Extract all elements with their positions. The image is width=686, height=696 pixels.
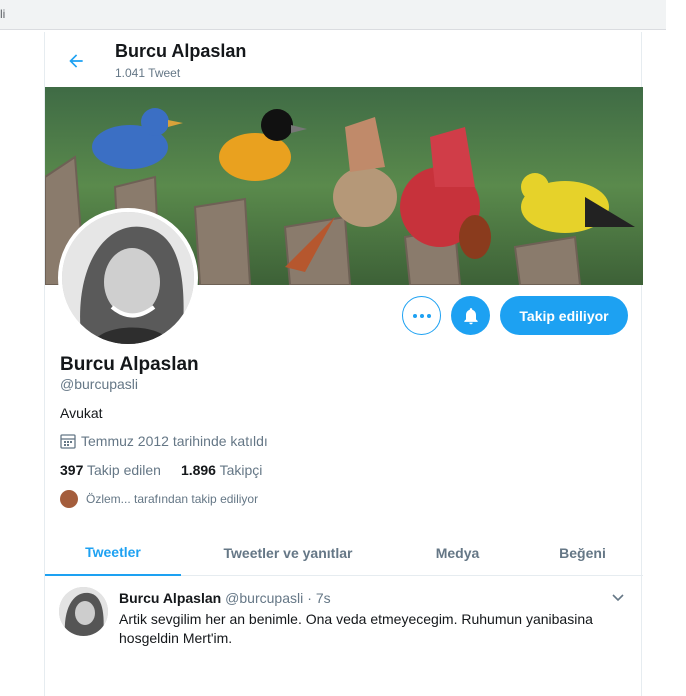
- tweet-count: 1.041 Tweet: [115, 66, 181, 80]
- bell-icon: [463, 307, 478, 324]
- profile-handle: @burcupasli: [60, 376, 139, 392]
- tab-media[interactable]: Medya: [405, 529, 510, 576]
- profile-name: Burcu Alpaslan: [60, 354, 199, 375]
- header-title: Burcu Alpaslan: [115, 41, 247, 61]
- following-count: 397: [60, 462, 84, 478]
- tweet-separator: ·: [307, 590, 312, 606]
- tweet-text: Artik sevgilim her an benimle. Ona veda …: [119, 611, 593, 646]
- more-icon: [412, 313, 431, 318]
- back-button[interactable]: [59, 44, 93, 78]
- tweet-author-name[interactable]: Burcu Alpaslan: [119, 590, 221, 606]
- follower-avatar: [60, 490, 78, 508]
- address-text: li: [0, 7, 6, 21]
- profile-column: Burcu Alpaslan 1.041 Tweet Takip ediliyo…: [44, 32, 643, 696]
- tweet[interactable]: Burcu Alpaslan @burcupasli · 7s Artik se…: [45, 577, 643, 696]
- following-link[interactable]: 397 Takip edilen: [60, 462, 161, 478]
- following-label: Takip edilen: [87, 462, 161, 478]
- tweet-time[interactable]: 7s: [316, 590, 331, 606]
- followers-count: 1.896: [180, 462, 216, 478]
- chevron-down-icon: [612, 594, 624, 602]
- tab-tweets[interactable]: Tweetler: [45, 529, 181, 576]
- tweet-avatar[interactable]: [59, 587, 108, 636]
- browser-address-bar[interactable]: li: [0, 0, 666, 30]
- followers-link[interactable]: 1.896 Takipçi: [181, 462, 262, 478]
- profile-header: Burcu Alpaslan 1.041 Tweet: [45, 32, 643, 87]
- profile-avatar[interactable]: [58, 208, 198, 348]
- tweet-header: Burcu Alpaslan @burcupasli · 7s: [119, 590, 331, 606]
- join-date: Temmuz 2012 tarihinde katıldı: [60, 433, 268, 449]
- arrow-left-icon: [69, 54, 83, 68]
- followed-by-text: Özlem... tarafından takip ediliyor: [86, 492, 259, 506]
- tweet-author-handle[interactable]: @burcupasli: [225, 590, 303, 606]
- following-button[interactable]: Takip ediliyor: [500, 296, 628, 335]
- tab-likes[interactable]: Beğeni: [535, 529, 630, 576]
- join-date-text: Temmuz 2012 tarihinde katıldı: [81, 433, 268, 449]
- more-button[interactable]: [402, 296, 441, 335]
- profile-tabs: Tweetler Tweetler ve yanıtlar Medya Beğe…: [45, 529, 643, 576]
- followers-label: Takipçi: [219, 462, 263, 478]
- profile-bio: Avukat: [60, 405, 103, 421]
- tab-tweets-replies[interactable]: Tweetler ve yanıtlar: [193, 529, 383, 576]
- profile-stats: 397 Takip edilen 1.896 Takipçi: [60, 462, 262, 478]
- notifications-button[interactable]: [451, 296, 490, 335]
- tweet-menu-button[interactable]: [611, 590, 625, 609]
- calendar-icon: [60, 434, 76, 449]
- followed-by[interactable]: Özlem... tarafından takip ediliyor: [60, 490, 258, 508]
